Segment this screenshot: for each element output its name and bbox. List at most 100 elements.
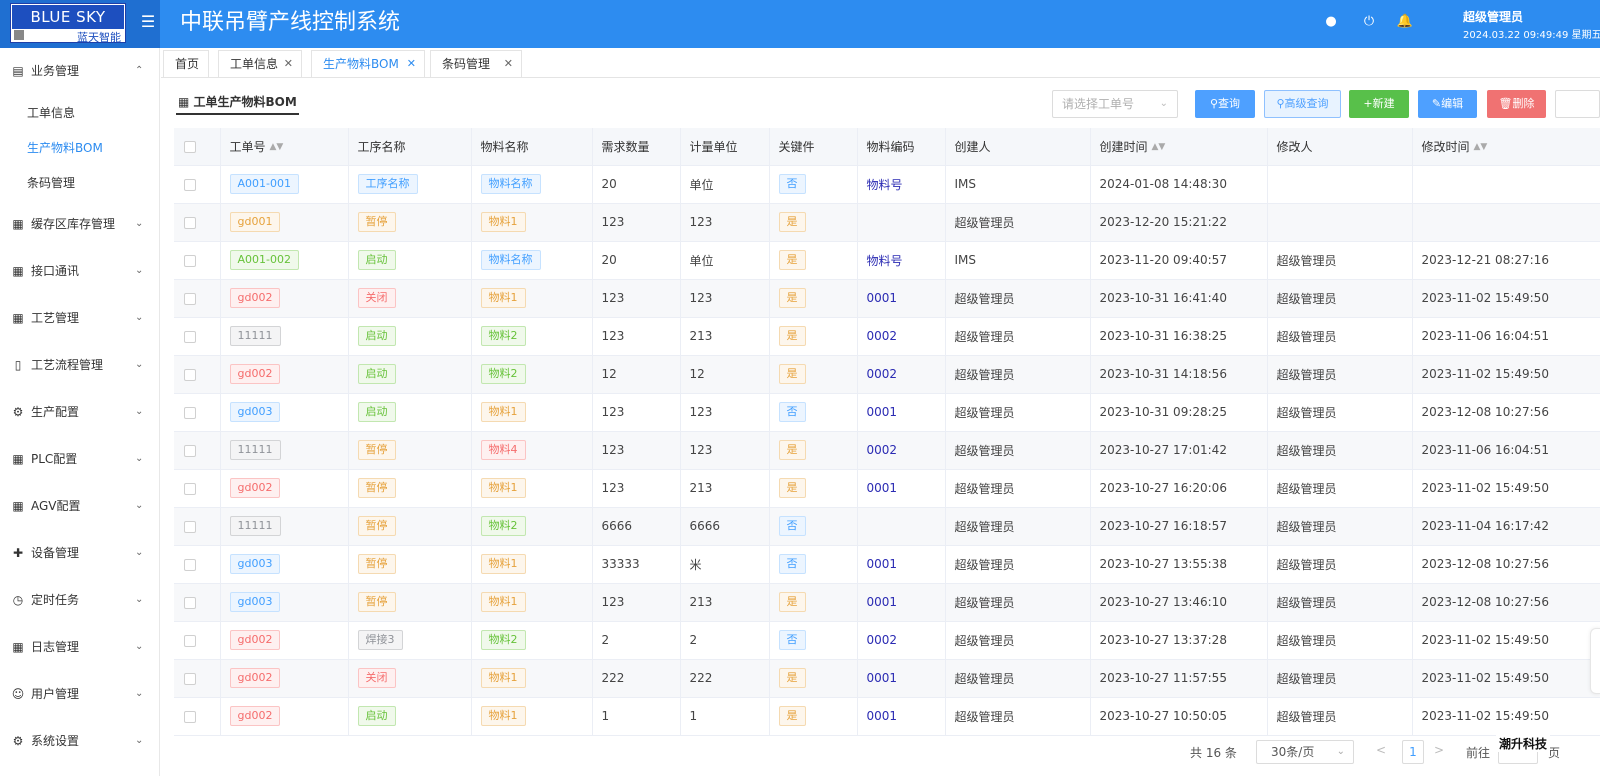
- row-checkbox[interactable]: [184, 634, 196, 647]
- sidebar-group-production-config[interactable]: ⚙ 生产配置 ⌄: [0, 396, 160, 428]
- sidebar-group-scheduled-tasks[interactable]: ◷ 定时任务 ⌄: [0, 584, 160, 616]
- row-checkbox[interactable]: [184, 368, 196, 381]
- sidebar-group-business[interactable]: ▤ 业务管理 ⌃: [0, 55, 160, 87]
- table-row[interactable]: A001-001 工序名称 物料名称 20 单位否 物料号 IMS 2024-01-08 14…: [174, 165, 1600, 204]
- table-row[interactable]: gd002 启动 物料1 1 1 是 0001 超级管理员 2023-10-27 10:50:0…: [174, 697, 1600, 736]
- row-select-cell[interactable]: [174, 393, 221, 432]
- row-checkbox[interactable]: [184, 216, 196, 229]
- more-button[interactable]: [1555, 90, 1600, 118]
- delete-button[interactable]: 🗑删除: [1487, 90, 1546, 118]
- row-select-cell[interactable]: [174, 621, 221, 660]
- sidebar-group-process[interactable]: ▦ 工艺管理 ⌄: [0, 302, 160, 334]
- sidebar-item-material-bom[interactable]: 生产物料BOM: [0, 133, 160, 163]
- cell-unit: 213: [680, 583, 770, 622]
- page-size-select[interactable]: 30条/页 ⌄: [1256, 740, 1354, 764]
- chevron-down-icon: ⌄: [135, 547, 144, 558]
- row-select-cell[interactable]: [174, 279, 221, 318]
- query-button[interactable]: ⚲查询: [1195, 90, 1255, 118]
- tab-home[interactable]: 首页: [163, 50, 209, 77]
- row-select-cell[interactable]: [174, 431, 221, 470]
- row-select-cell[interactable]: [174, 203, 221, 242]
- row-select-cell[interactable]: [174, 317, 221, 356]
- sidebar-group-equipment[interactable]: ✚ 设备管理 ⌄: [0, 537, 160, 569]
- sort-icon[interactable]: ▲▼: [270, 142, 284, 152]
- tab-material-bom[interactable]: 生产物料BOM ✕: [311, 50, 425, 77]
- delete-button-label: 删除: [1512, 97, 1535, 110]
- row-select-cell[interactable]: [174, 507, 221, 546]
- row-checkbox[interactable]: [184, 406, 196, 419]
- row-checkbox[interactable]: [184, 330, 196, 343]
- select-all-cell[interactable]: [174, 128, 221, 166]
- sidebar-item-work-order[interactable]: 工单信息: [0, 98, 160, 128]
- row-select-cell[interactable]: [174, 659, 221, 698]
- col-modified[interactable]: 修改时间 ▲▼: [1412, 128, 1600, 166]
- row-select-cell[interactable]: [174, 697, 221, 736]
- table-row[interactable]: gd002 关闭 物料1 222 222 是 0001 超级管理员 2023-10-27 11:…: [174, 659, 1600, 698]
- material-code: 0002: [866, 633, 898, 647]
- menu-toggle-icon[interactable]: ☰: [139, 12, 157, 32]
- sort-icon[interactable]: ▲▼: [1474, 142, 1488, 152]
- row-checkbox[interactable]: [184, 558, 196, 571]
- sort-icon[interactable]: ▲▼: [1152, 142, 1166, 152]
- row-select-cell[interactable]: [174, 469, 221, 508]
- table-row[interactable]: gd001 暂停 物料1 123 123 是 超级管理员 2023-12-20 15:21:2…: [174, 203, 1600, 242]
- col-created[interactable]: 创建时间 ▲▼: [1090, 128, 1268, 166]
- sidebar-group-buffer-stock[interactable]: ▦ 缓存区库存管理 ⌄: [0, 208, 160, 240]
- row-select-cell[interactable]: [174, 165, 221, 204]
- process-tag: 暂停: [357, 478, 396, 498]
- select-all-checkbox[interactable]: [184, 140, 196, 153]
- table-row[interactable]: gd003 暂停 物料1 33333 米否 0001 超级管理员 2023-10-27 13:…: [174, 545, 1600, 584]
- table-row[interactable]: gd002 焊接3 物料2 2 2 否 0002 超级管理员 2023-10-27 13:37:…: [174, 621, 1600, 660]
- sidebar-group-process-flow[interactable]: ▯ 工艺流程管理 ⌄: [0, 349, 160, 381]
- new-button[interactable]: +新建: [1349, 90, 1409, 118]
- row-checkbox[interactable]: [184, 292, 196, 305]
- bell-icon[interactable]: 🔔: [1396, 13, 1414, 31]
- row-checkbox[interactable]: [184, 444, 196, 457]
- table-row[interactable]: gd002 启动 物料2 12 12 是 0002 超级管理员 2023-10-31 14:18…: [174, 355, 1600, 394]
- row-select-cell[interactable]: [174, 241, 221, 280]
- sidebar-group-system-settings[interactable]: ⚙ 系统设置 ⌄: [0, 725, 160, 757]
- sidebar-group-agv[interactable]: ▦ AGV配置 ⌄: [0, 490, 160, 522]
- table-row[interactable]: 11111 暂停 物料4 123 123 是 0002 超级管理员 2023-10-27 17:…: [174, 431, 1600, 470]
- row-checkbox[interactable]: [184, 482, 196, 495]
- close-icon[interactable]: ✕: [407, 51, 416, 77]
- row-checkbox[interactable]: [184, 178, 196, 191]
- edit-button[interactable]: ✎编辑: [1418, 90, 1477, 118]
- close-icon[interactable]: ✕: [284, 51, 293, 77]
- row-checkbox[interactable]: [184, 596, 196, 609]
- prev-page-icon[interactable]: <: [1376, 743, 1386, 757]
- tab-work-order[interactable]: 工单信息 ✕: [218, 50, 302, 77]
- row-checkbox[interactable]: [184, 254, 196, 267]
- power-icon[interactable]: ⏻: [1360, 13, 1378, 31]
- col-order-no[interactable]: 工单号 ▲▼: [220, 128, 349, 166]
- table-row[interactable]: gd002 关闭 物料1 123 123 是 0001 超级管理员 2023-10-31 16:…: [174, 279, 1600, 318]
- logo[interactable]: BLUE SKY 蓝天智能: [10, 3, 126, 44]
- user-name[interactable]: 超级管理员: [1463, 8, 1523, 25]
- close-icon[interactable]: ✕: [504, 51, 513, 77]
- side-scroll-handle[interactable]: [1590, 628, 1600, 694]
- table-row[interactable]: gd002 暂停 物料1 123 213 是 0001 超级管理员 2023-10-27 16:…: [174, 469, 1600, 508]
- table-row[interactable]: A001-002 启动 物料名称 20 单位是 物料号 IMS 2023-11-20 09:4…: [174, 241, 1600, 280]
- sidebar-group-logs[interactable]: ▦ 日志管理 ⌄: [0, 631, 160, 663]
- sidebar-group-plc[interactable]: ▦ PLC配置 ⌄: [0, 443, 160, 475]
- row-select-cell[interactable]: [174, 583, 221, 622]
- row-checkbox[interactable]: [184, 672, 196, 685]
- user-icon[interactable]: ●: [1322, 13, 1340, 31]
- tab-barcode[interactable]: 条码管理 ✕: [430, 50, 522, 77]
- row-select-cell[interactable]: [174, 355, 221, 394]
- advanced-query-button[interactable]: ⚲高级查询: [1264, 90, 1341, 118]
- table-row[interactable]: gd003 暂停 物料1 123 213 是 0001 超级管理员 2023-10-27 13:…: [174, 583, 1600, 622]
- row-select-cell[interactable]: [174, 545, 221, 584]
- sidebar-group-interface[interactable]: ▦ 接口通讯 ⌄: [0, 255, 160, 287]
- row-checkbox[interactable]: [184, 710, 196, 723]
- table-row[interactable]: 11111 暂停 物料2 6666 6666 否 超级管理员 2023-10-27 16:18…: [174, 507, 1600, 546]
- next-page-icon[interactable]: >: [1434, 743, 1444, 757]
- row-checkbox[interactable]: [184, 520, 196, 533]
- sidebar-item-barcode[interactable]: 条码管理: [0, 168, 160, 198]
- table-row[interactable]: gd003 启动 物料1 123 123 否 0001 超级管理员 2023-10-31 09:…: [174, 393, 1600, 432]
- sidebar-group-users[interactable]: ☺ 用户管理 ⌄: [0, 678, 160, 710]
- work-order-select[interactable]: 请选择工单号 ⌄: [1052, 90, 1178, 118]
- current-page-button[interactable]: 1: [1402, 740, 1424, 764]
- cell-key: 是: [769, 659, 858, 698]
- table-row[interactable]: 11111 启动 物料2 123 213 是 0002 超级管理员 2023-10-31 16:…: [174, 317, 1600, 356]
